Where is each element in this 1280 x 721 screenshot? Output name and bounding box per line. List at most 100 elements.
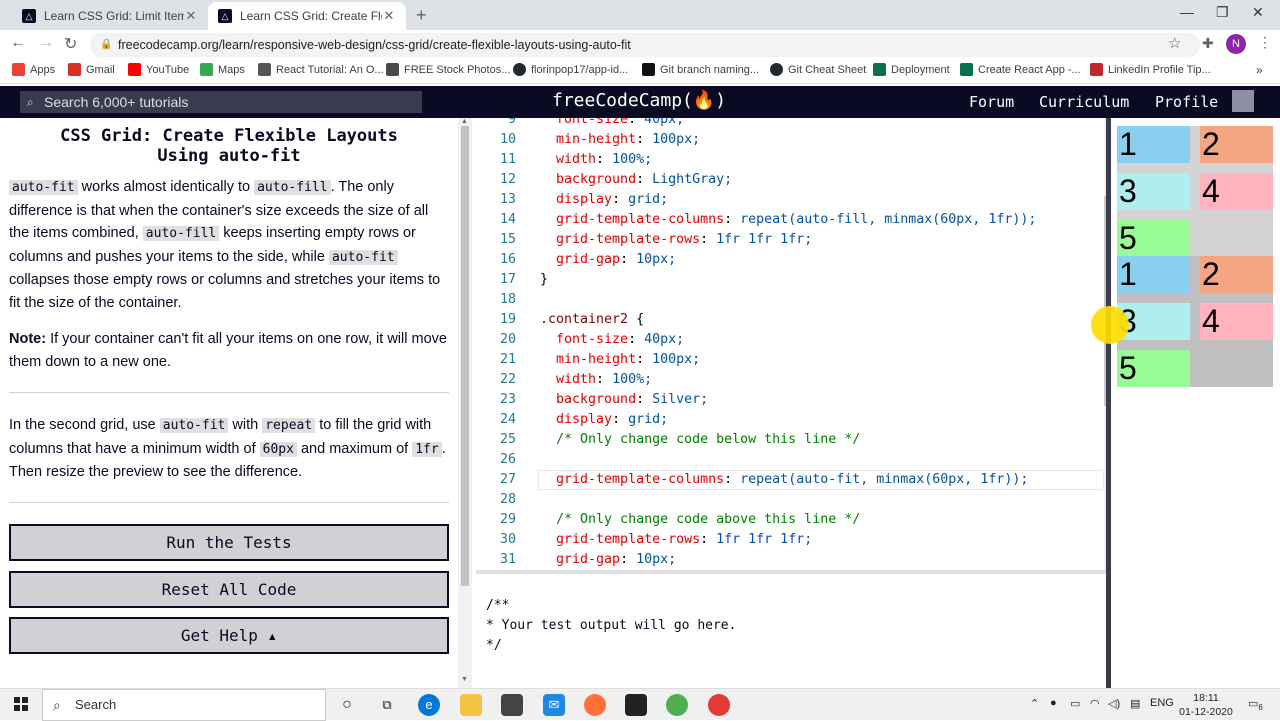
language-indicator[interactable]: ENG	[1150, 697, 1174, 709]
code-line[interactable]: 9 font-size: 40px;	[476, 118, 1106, 130]
code-text: display: grid;	[556, 192, 669, 207]
line-number: 24	[499, 412, 516, 427]
bookmark-git-branch[interactable]: Git branch naming...	[642, 63, 759, 76]
code-text: grid-gap: 10px;	[556, 252, 677, 267]
line-number: 26	[499, 452, 516, 467]
minimize-icon[interactable]: —	[1180, 4, 1194, 20]
edge-icon[interactable]: e	[418, 694, 440, 716]
sublime-icon[interactable]	[625, 694, 647, 716]
windows-start-icon[interactable]	[14, 697, 28, 711]
code-line[interactable]: 31 grid-gap: 10px;	[476, 550, 1106, 570]
code-text: min-height: 100px;	[556, 352, 701, 367]
react-icon	[960, 63, 973, 76]
code-line[interactable]: 14 grid-template-columns: repeat(auto-fi…	[476, 210, 1106, 230]
code-line[interactable]: 28	[476, 490, 1106, 510]
recorder-icon[interactable]	[708, 694, 730, 716]
code-text: background: LightGray;	[556, 172, 733, 187]
code-line[interactable]: 17}	[476, 270, 1106, 290]
nav-profile[interactable]: Profile	[1155, 93, 1218, 111]
url-field[interactable]: 🔒 freecodecamp.org/learn/responsive-web-…	[90, 33, 1200, 57]
run-tests-button[interactable]: Run the Tests	[9, 524, 449, 561]
code-line[interactable]: 25 /* Only change code below this line *…	[476, 430, 1106, 450]
taskbar-search[interactable]: ⌕ Search	[42, 689, 326, 721]
bookmark-maps[interactable]: Maps	[200, 63, 245, 76]
bookmark-florinpop[interactable]: florinpop17/app-id...	[513, 63, 628, 76]
maximize-icon[interactable]: ❐	[1216, 4, 1229, 21]
code-line[interactable]: 30 grid-template-rows: 1fr 1fr 1fr;	[476, 530, 1106, 550]
reset-code-button[interactable]: Reset All Code	[9, 571, 449, 608]
reload-icon[interactable]: ↻	[64, 34, 77, 54]
code-editor[interactable]: 9 font-size: 40px; 10 min-height: 100px; 1…	[476, 118, 1106, 570]
code-line[interactable]: 23 background: Silver;	[476, 390, 1106, 410]
wifi-icon[interactable]: ◠	[1090, 697, 1100, 710]
back-icon[interactable]: ←	[10, 34, 26, 52]
bookmark-create-react-app[interactable]: Create React App -...	[960, 63, 1081, 76]
battery-icon[interactable]: ▭	[1070, 697, 1080, 710]
bookmark-stock-photos[interactable]: FREE Stock Photos...	[386, 63, 510, 76]
forward-icon[interactable]: →	[38, 34, 54, 52]
line-number: 23	[499, 392, 516, 407]
search-icon: ⌕	[53, 697, 61, 713]
browser-menu-icon[interactable]: ⋮	[1258, 34, 1272, 51]
code-line[interactable]: 10 min-height: 100px;	[476, 130, 1106, 150]
code-line[interactable]: 29 /* Only change code above this line *…	[476, 510, 1106, 530]
window-close-icon[interactable]: ✕	[1252, 4, 1264, 21]
mail-icon[interactable]: ✉	[543, 694, 565, 716]
bookmark-git-cheat-sheet[interactable]: Git Cheat Sheet	[770, 63, 866, 76]
fcc-logo[interactable]: freeCodeCamp(🔥)	[552, 90, 726, 111]
code-text: grid-template-columns: repeat(auto-fit, …	[556, 472, 1029, 487]
code-line[interactable]: 20 font-size: 40px;	[476, 330, 1106, 350]
scrollbar-thumb[interactable]	[461, 126, 469, 586]
nav-forum[interactable]: Forum	[969, 93, 1014, 111]
chrome-icon[interactable]	[666, 694, 688, 716]
extensions-icon[interactable]: ✚	[1202, 35, 1214, 52]
user-avatar[interactable]	[1232, 90, 1254, 112]
bookmark-react-tutorial[interactable]: React Tutorial: An O...	[258, 63, 384, 76]
volume-icon[interactable]: ◁)	[1108, 697, 1120, 710]
code-line[interactable]: 16 grid-gap: 10px;	[476, 250, 1106, 270]
browser-tab-bar: △ Learn CSS Grid: Limit Item Size U ✕ △ …	[0, 0, 1280, 30]
bookmark-gmail[interactable]: Gmail	[68, 63, 115, 76]
firefox-icon[interactable]	[584, 694, 606, 716]
tab-close-icon[interactable]: ✕	[382, 8, 396, 24]
scroll-up-icon[interactable]: ▲	[461, 118, 468, 125]
browser-tab-limit-item-size[interactable]: △ Learn CSS Grid: Limit Item Size U ✕	[12, 2, 208, 30]
code-line[interactable]: 15 grid-template-rows: 1fr 1fr 1fr;	[476, 230, 1106, 250]
task-view-icon[interactable]: ⧉	[376, 694, 398, 716]
code-line[interactable]: 24 display: grid;	[476, 410, 1106, 430]
new-tab-button[interactable]: +	[416, 5, 427, 26]
file-explorer-icon[interactable]	[460, 694, 482, 716]
bookmark-linkedin-tips[interactable]: LinkedIn Profile Tip...	[1090, 63, 1211, 76]
bookmark-star-icon[interactable]: ☆	[1168, 34, 1181, 52]
fcc-search-input[interactable]: ⌕ Search 6,000+ tutorials	[20, 91, 422, 113]
mouse-cursor-highlight	[1091, 306, 1129, 344]
network-icon[interactable]: ▤	[1130, 697, 1140, 710]
code-line[interactable]: 11 width: 100%;	[476, 150, 1106, 170]
tab-close-icon[interactable]: ✕	[184, 8, 198, 24]
code-line[interactable]: 18	[476, 290, 1106, 310]
get-help-button[interactable]: Get Help ▴	[9, 617, 449, 654]
nav-curriculum[interactable]: Curriculum	[1039, 93, 1129, 111]
microphone-icon[interactable]: ●	[1050, 697, 1057, 709]
code-line[interactable]: 26	[476, 450, 1106, 470]
scroll-down-icon[interactable]: ▼	[461, 676, 468, 683]
instructions-scrollbar[interactable]: ▲ ▼	[458, 118, 472, 688]
store-icon[interactable]	[501, 694, 523, 716]
browser-profile-avatar[interactable]: N	[1226, 34, 1246, 54]
cortana-icon[interactable]: ○	[336, 694, 358, 716]
line-number: 27	[499, 472, 516, 487]
code-line[interactable]: 27 grid-template-columns: repeat(auto-fi…	[476, 470, 1106, 490]
code-line[interactable]: 12 background: LightGray;	[476, 170, 1106, 190]
code-line[interactable]: 22 width: 100%;	[476, 370, 1106, 390]
clock[interactable]: 18:11 01-12-2020	[1176, 691, 1236, 719]
bookmark-apps[interactable]: Apps	[12, 63, 55, 76]
bookmark-deployment[interactable]: Deployment	[873, 63, 950, 76]
code-line[interactable]: 13 display: grid;	[476, 190, 1106, 210]
browser-tab-create-flexible[interactable]: △ Learn CSS Grid: Create Flexible La ✕	[208, 2, 406, 30]
code-line[interactable]: 21 min-height: 100px;	[476, 350, 1106, 370]
bookmark-youtube[interactable]: YouTube	[128, 63, 189, 76]
notifications-icon[interactable]: ▭6	[1248, 697, 1263, 712]
tray-chevron-icon[interactable]: ⌃	[1030, 697, 1039, 710]
more-bookmarks-icon[interactable]: »	[1256, 63, 1263, 77]
code-line[interactable]: 19 .container2 {	[476, 310, 1106, 330]
